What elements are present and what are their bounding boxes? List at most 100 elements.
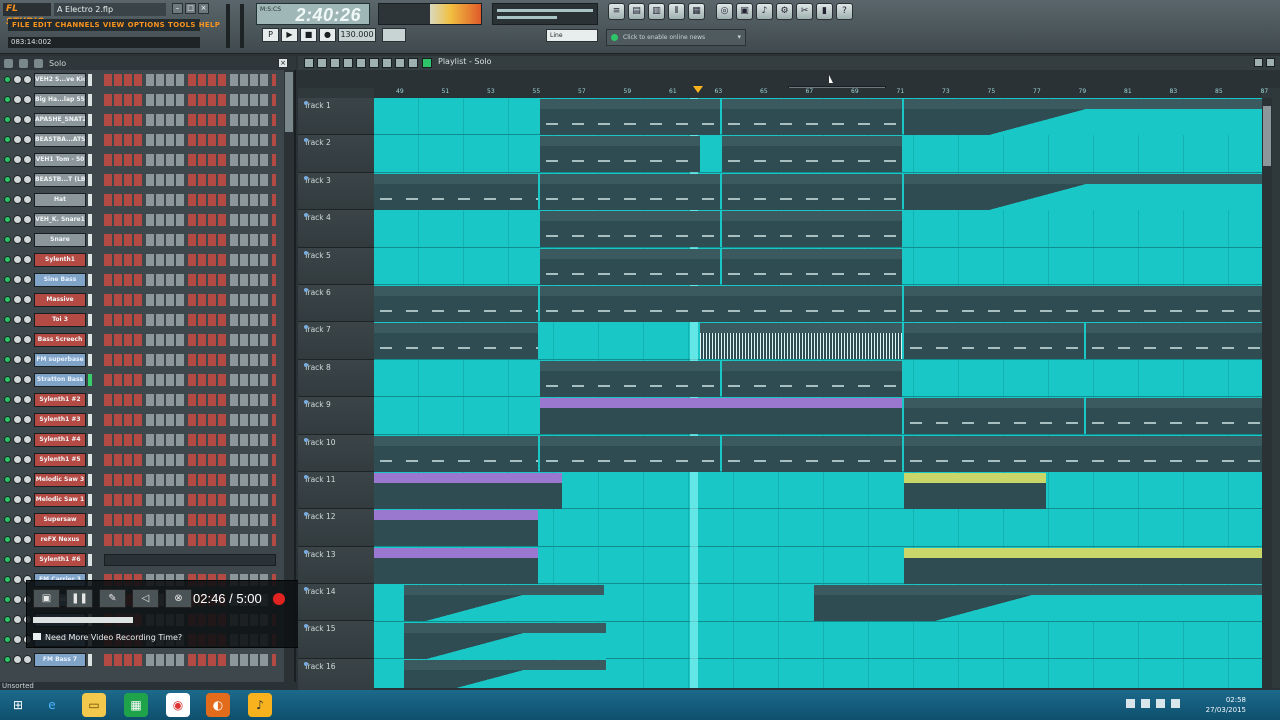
channel-select-toggle[interactable]	[88, 154, 92, 166]
channel-pan-knob[interactable]	[13, 575, 22, 584]
track-header[interactable]: Track 5	[298, 247, 374, 285]
channel-select-toggle[interactable]	[88, 194, 92, 206]
playlist-clip[interactable]: ick	[374, 286, 538, 322]
channel-pan-knob[interactable]	[13, 335, 22, 344]
playlist-clip[interactable]: Sylenth1 #6 - Volume envelope	[404, 585, 604, 622]
step-sequencer[interactable]	[104, 294, 276, 306]
channel-name-button[interactable]: VEH2 S...ve Kick	[34, 73, 86, 87]
channel-volume-knob[interactable]	[23, 215, 32, 224]
channel-name-button[interactable]: Sylenth1 #6	[34, 553, 86, 567]
channel-name-button[interactable]: Snare	[34, 233, 86, 247]
menu-view[interactable]: VIEW	[103, 19, 125, 31]
channel-mute-icon[interactable]	[4, 76, 11, 83]
channel-row[interactable]: Toi 3	[0, 310, 296, 330]
piano-roll-icon[interactable]: ▤	[628, 3, 645, 20]
zoom-tool-icon[interactable]	[395, 58, 405, 68]
channel-mute-icon[interactable]	[4, 396, 11, 403]
delete-tool-icon[interactable]	[330, 58, 340, 68]
channel-select-toggle[interactable]	[88, 534, 92, 546]
start-icon[interactable]: ⊞	[6, 693, 30, 717]
channel-select-toggle[interactable]	[88, 294, 92, 306]
channel-volume-knob[interactable]	[23, 555, 32, 564]
snap-selector[interactable]: Line	[546, 29, 598, 42]
channel-mute-icon[interactable]	[4, 136, 11, 143]
playlist-clip[interactable]: Build #4 ◇ Build #4 ◇ Build ◇ Build ◇ Bu…	[904, 286, 1262, 322]
channel-pan-knob[interactable]	[13, 295, 22, 304]
playhead-marker-icon[interactable]	[693, 86, 703, 93]
channel-name-button[interactable]: reFX Nexus	[34, 533, 86, 547]
channel-row[interactable]: FM superbase	[0, 350, 296, 370]
channel-row[interactable]: Melodic Saw 3	[0, 470, 296, 490]
channel-filter[interactable]: Solo	[49, 59, 66, 68]
pause-icon[interactable]: ❚❚	[66, 589, 93, 608]
fl-studio-taskbar-icon[interactable]: ♪	[248, 693, 272, 717]
track-mute-icon[interactable]	[304, 250, 308, 255]
channel-volume-knob[interactable]	[23, 335, 32, 344]
channel-volume-knob[interactable]	[23, 375, 32, 384]
channel-row[interactable]: FM Bass 7	[0, 650, 296, 670]
track-header[interactable]: Track 12	[298, 509, 374, 547]
channel-pan-knob[interactable]	[13, 95, 22, 104]
channel-mute-icon[interactable]	[4, 656, 11, 663]
channel-pan-knob[interactable]	[13, 135, 22, 144]
track-header[interactable]: Track 15	[298, 621, 374, 659]
channel-name-button[interactable]: BEASTB...T (LB)	[34, 173, 86, 187]
playlist-clip[interactable]: Solo #2	[540, 435, 720, 472]
channel-name-button[interactable]: Melodic Saw 1	[34, 493, 86, 507]
channel-mute-icon[interactable]	[4, 636, 11, 643]
channel-mute-icon[interactable]	[4, 516, 11, 523]
playlist-clip[interactable]: VE ◇ VEH2 P..027 ◇ VEH2 P..027 ◇ VEH2 P.…	[700, 323, 902, 360]
pen-icon[interactable]: ✎	[99, 589, 126, 608]
channel-volume-knob[interactable]	[23, 355, 32, 364]
channel-mute-icon[interactable]	[4, 236, 11, 243]
channel-volume-knob[interactable]	[23, 455, 32, 464]
channel-name-button[interactable]: Sine Bass	[34, 273, 86, 287]
snap-icon[interactable]	[422, 58, 432, 68]
playlist-clip[interactable]: Pattern 16 ◇ Pattern 16 ◇ Pattern 16 ◇ P…	[540, 136, 700, 173]
channel-mute-icon[interactable]	[4, 316, 11, 323]
step-sequencer[interactable]	[104, 234, 276, 246]
channel-row[interactable]: Big Ha...lap 550	[0, 90, 296, 110]
menu-channels[interactable]: CHANNELS	[55, 19, 100, 31]
flag-icon[interactable]	[1141, 699, 1150, 708]
filter-icon[interactable]	[34, 58, 43, 68]
playlist-clip[interactable]: Pluck II	[722, 248, 902, 285]
channel-select-toggle[interactable]	[88, 274, 92, 286]
tempo-display[interactable]: 130.000	[338, 28, 376, 42]
internet-explorer-icon[interactable]: e	[40, 693, 64, 717]
playlist-clip[interactable]: ick II	[374, 323, 538, 360]
options-icon[interactable]	[4, 58, 13, 68]
channel-pan-knob[interactable]	[13, 175, 22, 184]
channel-select-toggle[interactable]	[88, 214, 92, 226]
playlist-clip[interactable]: Drop MASSIVE	[1086, 398, 1262, 435]
channel-volume-knob[interactable]	[23, 155, 32, 164]
channel-mute-icon[interactable]	[4, 296, 11, 303]
channel-row[interactable]: reFX Nexus	[0, 530, 296, 550]
step-sequencer[interactable]	[104, 534, 276, 546]
file-explorer-icon[interactable]: ▭	[82, 693, 106, 717]
channel-row[interactable]: Sylenth1 #2	[0, 390, 296, 410]
channel-mute-icon[interactable]	[4, 416, 11, 423]
channel-volume-knob[interactable]	[23, 295, 32, 304]
channel-name-button[interactable]: FM superbase	[34, 353, 86, 367]
online-news-button[interactable]: Click to enable online news ▾	[606, 29, 746, 46]
channel-volume-knob[interactable]	[23, 655, 32, 664]
playlist-clip[interactable]: Hard Kick ◇ Hard Kick ◇ Hard Kick ◇ Hard…	[722, 99, 902, 135]
step-sequencer[interactable]	[104, 454, 276, 466]
channel-pan-knob[interactable]	[13, 515, 22, 524]
channel-select-toggle[interactable]	[88, 414, 92, 426]
track-header[interactable]: Track 11	[298, 471, 374, 510]
channel-pan-knob[interactable]	[13, 235, 22, 244]
channel-pan-knob[interactable]	[13, 315, 22, 324]
channel-volume-knob[interactable]	[23, 475, 32, 484]
mixer-icon[interactable]: ⫴	[668, 3, 685, 20]
step-sequencer[interactable]	[104, 514, 276, 526]
channel-name-button[interactable]: Bass Screech	[34, 333, 86, 347]
track-mute-icon[interactable]	[304, 549, 308, 554]
playlist-clip[interactable]: Sine Bass	[722, 360, 902, 397]
channel-pan-knob[interactable]	[13, 355, 22, 364]
slice-tool-icon[interactable]	[369, 58, 379, 68]
channel-row[interactable]: VEH2 S...ve Kick	[0, 70, 296, 90]
channel-name-button[interactable]: Big Ha...lap 550	[34, 93, 86, 107]
channel-mute-icon[interactable]	[4, 436, 11, 443]
